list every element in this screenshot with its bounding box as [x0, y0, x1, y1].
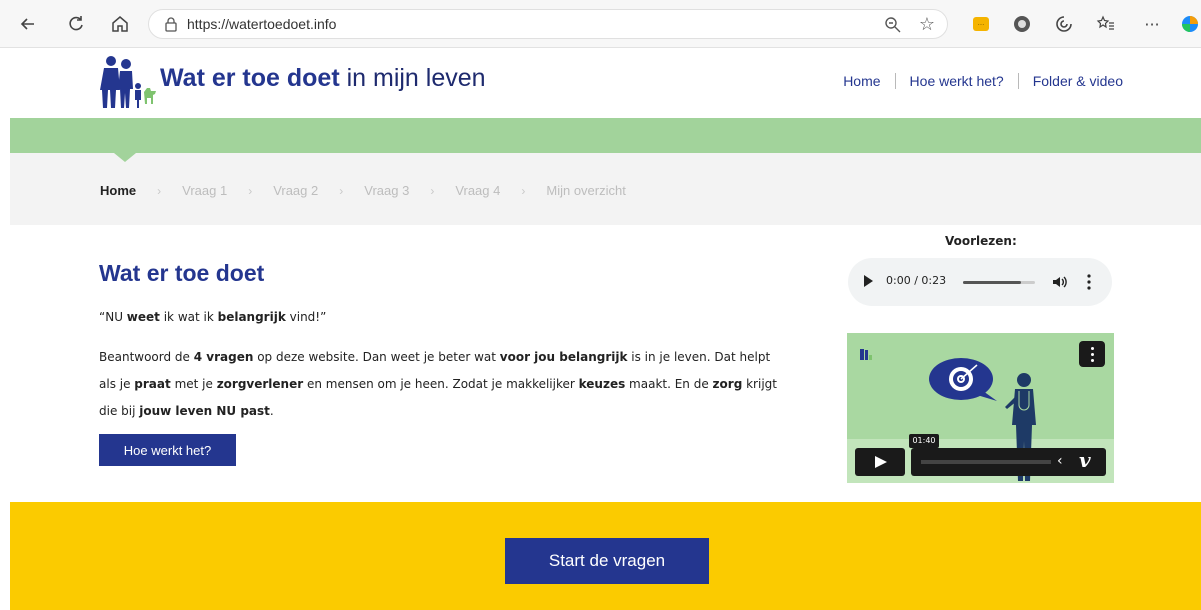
- video-time-tooltip: 01:40: [909, 434, 939, 448]
- body-text: en mensen om je heen. Zodat je makkelijk…: [303, 377, 579, 391]
- body-bold: 4 vragen: [193, 350, 254, 364]
- video-seek-bar[interactable]: [921, 460, 1051, 464]
- read-aloud-label: Voorlezen:: [945, 234, 1017, 248]
- svg-text:···: ···: [978, 21, 985, 29]
- video-menu-button[interactable]: [1079, 341, 1105, 367]
- audio-seek-bar[interactable]: [963, 281, 1035, 284]
- body-bold: zorgverlener: [216, 377, 304, 391]
- chevron-left-icon[interactable]: ‹: [1057, 453, 1063, 469]
- nav-divider: [894, 73, 896, 89]
- green-banner: [10, 118, 1201, 153]
- more-icon[interactable]: ···: [1140, 12, 1164, 36]
- body-text: op deze website. Dan weet je beter wat: [253, 350, 500, 364]
- favorites-icon[interactable]: [1094, 12, 1118, 36]
- quote-text: ik wat ik: [159, 310, 218, 324]
- web-page: Wat er toe doet in mijn leven Home Hoe w…: [10, 48, 1201, 610]
- step-home[interactable]: Home: [100, 183, 136, 198]
- cta-band: Start de vragen: [10, 502, 1201, 610]
- play-icon[interactable]: [864, 275, 873, 287]
- step-vraag-1[interactable]: Vraag 1: [182, 183, 227, 198]
- top-navigation: Home Hoe werkt het? Folder & video: [843, 73, 1123, 89]
- audio-progress: [963, 281, 1021, 284]
- chevron-right-icon: ›: [430, 183, 435, 198]
- play-icon: [875, 456, 887, 468]
- copilot-icon[interactable]: [1178, 12, 1201, 36]
- step-vraag-4[interactable]: Vraag 4: [455, 183, 500, 198]
- quote-text: vind!”: [285, 310, 327, 324]
- step-progress-bar: Home › Vraag 1 › Vraag 2 › Vraag 3 › Vra…: [10, 153, 1201, 225]
- zoom-icon[interactable]: [883, 15, 903, 35]
- quote-bold: belangrijk: [217, 310, 286, 324]
- browser-toolbar: https://watertoedoet.info ☆ ··· ···: [0, 0, 1201, 48]
- home-icon[interactable]: [106, 10, 134, 38]
- nav-home-link[interactable]: Home: [843, 73, 880, 89]
- nav-divider: [1017, 73, 1019, 89]
- nav-how-link[interactable]: Hoe werkt het?: [910, 73, 1004, 89]
- quote-bold: weet: [126, 310, 160, 324]
- chevron-right-icon: ›: [339, 183, 344, 198]
- url-text[interactable]: https://watertoedoet.info: [187, 16, 336, 32]
- body-text: Beantwoord de: [99, 350, 194, 364]
- target-speech-bubble-icon: [929, 358, 997, 401]
- star-icon[interactable]: ☆: [919, 14, 935, 35]
- site-header: Wat er toe doet in mijn leven Home Hoe w…: [10, 48, 1201, 118]
- quote-text: “NU: [99, 310, 127, 324]
- body-bold: jouw leven NU past: [139, 404, 270, 418]
- body-bold: voor jou belangrijk: [499, 350, 628, 364]
- copilot-icon[interactable]: [1052, 12, 1076, 36]
- intro-paragraph: Beantwoord de 4 vragen op deze website. …: [99, 344, 789, 425]
- body-bold: keuzes: [578, 377, 626, 391]
- nav-folder-video-link[interactable]: Folder & video: [1033, 73, 1123, 89]
- brand-rest: in mijn leven: [339, 64, 486, 92]
- chevron-right-icon: ›: [521, 183, 526, 198]
- body-text: met je: [170, 377, 217, 391]
- body-text: .: [269, 404, 274, 418]
- video-play-button[interactable]: [855, 448, 905, 476]
- profile-icon[interactable]: [1010, 12, 1034, 36]
- active-step-caret: [114, 153, 136, 162]
- body-text: maakt. En de: [625, 377, 713, 391]
- lock-icon[interactable]: [163, 16, 179, 32]
- volume-icon[interactable]: [1051, 273, 1069, 291]
- video-control-bar: ‹ v: [911, 448, 1106, 476]
- family-logo-icon: [860, 349, 872, 360]
- video-player[interactable]: 01:40 ‹ v: [847, 333, 1114, 483]
- step-vraag-3[interactable]: Vraag 3: [364, 183, 409, 198]
- brand-bold: Wat er toe doet: [160, 64, 340, 92]
- chevron-right-icon: ›: [157, 183, 162, 198]
- address-bar[interactable]: https://watertoedoet.info ☆: [148, 9, 948, 39]
- back-icon[interactable]: [14, 10, 42, 38]
- more-options-icon[interactable]: [1086, 273, 1092, 291]
- how-it-works-button[interactable]: Hoe werkt het?: [99, 434, 236, 466]
- body-bold: zorg: [712, 377, 743, 391]
- page-title: Wat er toe doet: [99, 260, 265, 286]
- audio-player: 0:00 / 0:23: [848, 258, 1112, 306]
- site-brand[interactable]: Wat er toe doet in mijn leven: [160, 64, 486, 93]
- start-questions-button[interactable]: Start de vragen: [505, 538, 709, 584]
- refresh-icon[interactable]: [62, 10, 90, 38]
- intro-quote: “NU weet ik wat ik belangrijk vind!”: [99, 310, 326, 324]
- family-logo-icon[interactable]: [98, 54, 158, 110]
- step-vraag-2[interactable]: Vraag 2: [273, 183, 318, 198]
- body-bold: praat: [134, 377, 171, 391]
- vimeo-logo-icon[interactable]: v: [1079, 448, 1091, 472]
- audio-time: 0:00 / 0:23: [886, 274, 947, 287]
- step-mijn-overzicht[interactable]: Mijn overzicht: [546, 183, 625, 198]
- chevron-right-icon: ›: [248, 183, 253, 198]
- extension-icon[interactable]: ···: [969, 12, 993, 36]
